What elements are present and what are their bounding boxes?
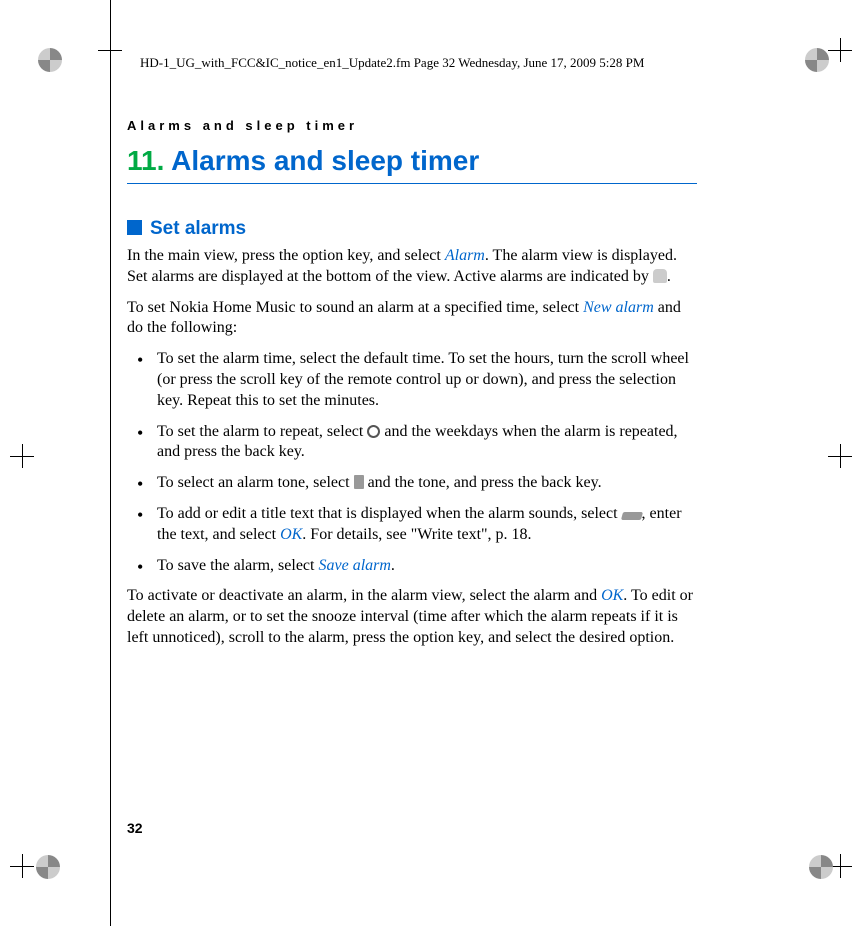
color-wheel-icon — [38, 48, 62, 72]
chapter-title: 11. Alarms and sleep timer — [127, 145, 697, 184]
text-run: To activate or deactivate an alarm, in t… — [127, 587, 601, 604]
color-wheel-icon — [809, 855, 833, 879]
color-wheel-icon — [805, 48, 829, 72]
chapter-title-text: Alarms and sleep timer — [171, 145, 479, 176]
text-run: To save the alarm, select — [157, 557, 318, 574]
running-head: Alarms and sleep timer — [127, 118, 358, 133]
ui-term: OK — [280, 526, 302, 543]
page-number: 32 — [127, 820, 143, 836]
text-run: . For details, see "Write text", p. 18. — [302, 526, 531, 543]
crop-mark-icon — [10, 854, 34, 878]
ui-term: New alarm — [583, 299, 654, 316]
paragraph: To set Nokia Home Music to sound an alar… — [127, 298, 697, 340]
chapter-number: 11. — [127, 145, 164, 176]
text-run: In the main view, press the option key, … — [127, 247, 445, 264]
list-item: To select an alarm tone, select and the … — [127, 473, 697, 494]
list-item: To save the alarm, select Save alarm. — [127, 556, 697, 577]
text-run: To select an alarm tone, select — [157, 474, 354, 491]
text-run: . — [391, 557, 395, 574]
ui-term: Alarm — [445, 247, 485, 264]
crop-mark-icon — [10, 444, 34, 468]
list-item: To set the alarm time, select the defaul… — [127, 349, 697, 411]
section-title-text: Set alarms — [150, 218, 246, 239]
section-bullet-icon — [127, 220, 142, 235]
crop-mark-icon — [828, 38, 852, 62]
bell-icon — [653, 269, 667, 283]
music-note-icon — [354, 475, 364, 489]
page-guide-line — [110, 0, 111, 926]
crop-mark-icon — [98, 38, 122, 62]
bullet-list: To set the alarm time, select the defaul… — [127, 349, 697, 576]
text-run: . — [667, 268, 671, 285]
ui-term: OK — [601, 587, 623, 604]
repeat-icon — [367, 425, 380, 438]
list-item: To set the alarm to repeat, select and t… — [127, 422, 697, 464]
section-title: Set alarms — [127, 218, 697, 240]
text-run: To set Nokia Home Music to sound an alar… — [127, 299, 583, 316]
content-area: 11. Alarms and sleep timer Set alarms In… — [127, 145, 697, 659]
pencil-icon — [620, 512, 642, 520]
paragraph: In the main view, press the option key, … — [127, 246, 697, 288]
header-meta: HD-1_UG_with_FCC&IC_notice_en1_Update2.f… — [140, 55, 644, 71]
text-run: and the tone, and press the back key. — [364, 474, 602, 491]
ui-term: Save alarm — [318, 557, 390, 574]
crop-mark-icon — [828, 444, 852, 468]
list-item: To add or edit a title text that is disp… — [127, 504, 697, 546]
paragraph: To activate or deactivate an alarm, in t… — [127, 586, 697, 648]
text-run: To set the alarm to repeat, select — [157, 423, 367, 440]
color-wheel-icon — [36, 855, 60, 879]
text-run: To add or edit a title text that is disp… — [157, 505, 622, 522]
